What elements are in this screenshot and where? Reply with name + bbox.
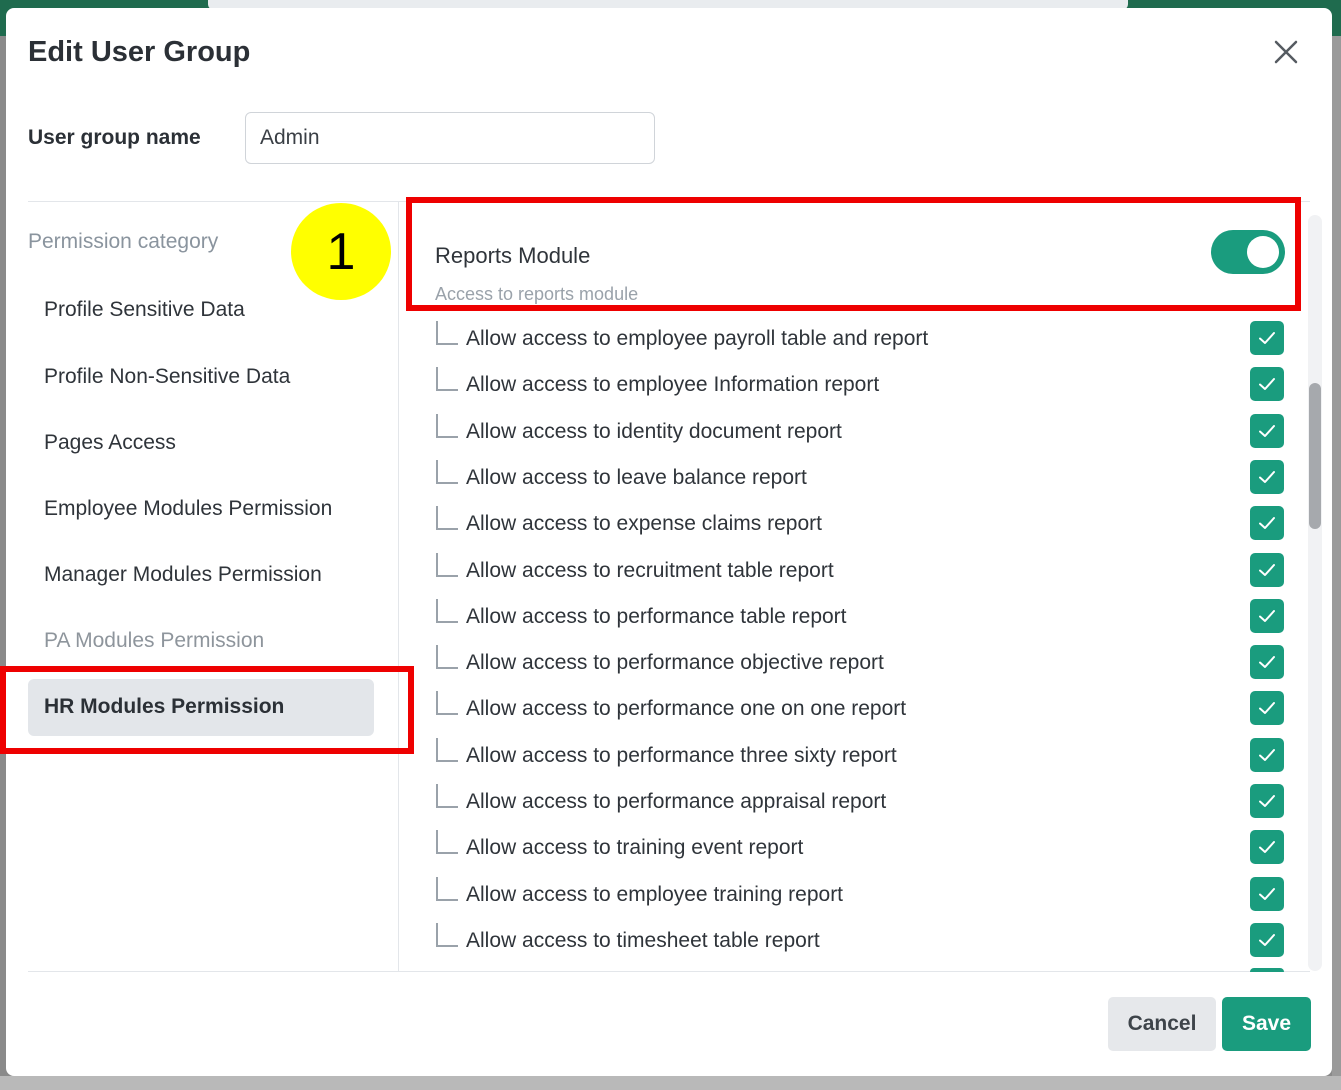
permission-row: Allow access to training event report bbox=[436, 830, 1296, 870]
permission-label: Allow access to performance objective re… bbox=[466, 651, 884, 674]
permission-label: Allow access to employee training report bbox=[466, 883, 844, 906]
permission-label: Allow access to employee payroll table a… bbox=[466, 327, 929, 350]
permission-row: Allow access to employee payroll table a… bbox=[436, 321, 1296, 361]
tree-branch-icon bbox=[436, 599, 458, 623]
permission-row: Allow access to performance three sixty … bbox=[436, 738, 1296, 778]
tree-branch-icon bbox=[436, 367, 458, 391]
tree-branch-icon bbox=[436, 460, 458, 484]
category-pa-modules-permission[interactable]: PA Modules Permission bbox=[44, 629, 264, 653]
permission-label: Allow access to timesheet table report bbox=[466, 929, 820, 952]
category-profile-non-sensitive-data[interactable]: Profile Non-Sensitive Data bbox=[44, 365, 290, 389]
checkbox-checked-icon[interactable] bbox=[1250, 877, 1284, 911]
permission-label: Allow access to expense claims report bbox=[466, 512, 822, 535]
checkbox-checked-icon[interactable] bbox=[1250, 460, 1284, 494]
checkbox-checked-icon[interactable] bbox=[1250, 367, 1284, 401]
tree-branch-icon bbox=[436, 877, 458, 901]
checkbox-checked-icon[interactable] bbox=[1250, 830, 1284, 864]
checkbox-checked-icon[interactable] bbox=[1250, 691, 1284, 725]
permission-row: Allow access to timesheet table report bbox=[436, 923, 1296, 963]
permission-label: Allow access to employee Information rep… bbox=[466, 373, 880, 396]
checkbox-partial bbox=[1250, 968, 1284, 972]
permission-label: Allow access to leave balance report bbox=[466, 466, 807, 489]
permission-label: Allow access to performance appraisal re… bbox=[466, 790, 887, 813]
tree-branch-icon bbox=[436, 923, 458, 947]
tree-branch-icon bbox=[436, 830, 458, 854]
user-group-name-label: User group name bbox=[28, 126, 201, 149]
tree-branch-icon bbox=[436, 784, 458, 808]
checkbox-checked-icon[interactable] bbox=[1250, 784, 1284, 818]
checkbox-checked-icon[interactable] bbox=[1250, 599, 1284, 633]
checkbox-checked-icon[interactable] bbox=[1250, 738, 1284, 772]
checkbox-checked-icon[interactable] bbox=[1250, 321, 1284, 355]
checkbox-checked-icon[interactable] bbox=[1250, 553, 1284, 587]
tree-branch-icon bbox=[436, 414, 458, 438]
category-profile-sensitive-data[interactable]: Profile Sensitive Data bbox=[44, 298, 245, 322]
page-background-bottom bbox=[0, 1076, 1341, 1090]
permission-row: Allow access to employee training report bbox=[436, 877, 1296, 917]
divider bbox=[28, 971, 1310, 972]
permission-row: Allow access to recruitment table report bbox=[436, 553, 1296, 593]
checkbox-checked-icon[interactable] bbox=[1250, 645, 1284, 679]
permission-row: Allow access to employee Information rep… bbox=[436, 367, 1296, 407]
save-button[interactable]: Save bbox=[1222, 997, 1311, 1051]
category-pages-access[interactable]: Pages Access bbox=[44, 431, 176, 455]
checkbox-checked-icon[interactable] bbox=[1250, 923, 1284, 957]
category-employee-modules-permission[interactable]: Employee Modules Permission bbox=[44, 497, 332, 521]
permission-row: Allow access to identity document report bbox=[436, 414, 1296, 454]
close-icon[interactable] bbox=[1272, 38, 1300, 66]
tree-branch-icon bbox=[436, 738, 458, 762]
step-marker: 1 bbox=[291, 203, 391, 300]
checkbox-checked-icon[interactable] bbox=[1250, 414, 1284, 448]
permission-row: Allow access to expense claims report bbox=[436, 506, 1296, 546]
permission-label: Allow access to performance three sixty … bbox=[466, 744, 897, 767]
highlight-box bbox=[406, 197, 1301, 311]
scrollbar-track[interactable] bbox=[1308, 215, 1322, 971]
dialog-title: Edit User Group bbox=[28, 36, 251, 68]
page-background-right bbox=[1332, 36, 1341, 1076]
checkbox-checked-icon[interactable] bbox=[1250, 506, 1284, 540]
permission-category-heading: Permission category bbox=[28, 230, 219, 253]
permission-label: Allow access to identity document report bbox=[466, 420, 842, 443]
permission-label: Allow access to recruitment table report bbox=[466, 559, 834, 582]
tree-branch-icon bbox=[436, 553, 458, 577]
permission-row: Allow access to leave balance report bbox=[436, 460, 1296, 500]
permission-row: Allow access to performance table report bbox=[436, 599, 1296, 639]
permission-row: Allow access to performance objective re… bbox=[436, 645, 1296, 685]
highlight-box bbox=[0, 666, 414, 754]
permission-row: Allow access to performance one on one r… bbox=[436, 691, 1296, 731]
category-manager-modules-permission[interactable]: Manager Modules Permission bbox=[44, 563, 322, 587]
permission-row: Allow access to performance appraisal re… bbox=[436, 784, 1296, 824]
tree-branch-icon bbox=[436, 691, 458, 715]
cancel-button[interactable]: Cancel bbox=[1108, 997, 1216, 1051]
tree-branch-icon bbox=[436, 321, 458, 345]
tree-branch-icon bbox=[436, 506, 458, 530]
divider bbox=[398, 202, 399, 971]
tree-branch-icon bbox=[436, 645, 458, 669]
scrollbar-thumb[interactable] bbox=[1309, 383, 1321, 529]
permission-label: Allow access to performance table report bbox=[466, 605, 847, 628]
user-group-name-input[interactable] bbox=[245, 112, 655, 164]
edit-user-group-dialog: Edit User Group User group name Permissi… bbox=[0, 8, 1332, 1076]
permission-label: Allow access to performance one on one r… bbox=[466, 697, 907, 720]
permission-label: Allow access to training event report bbox=[466, 836, 804, 859]
